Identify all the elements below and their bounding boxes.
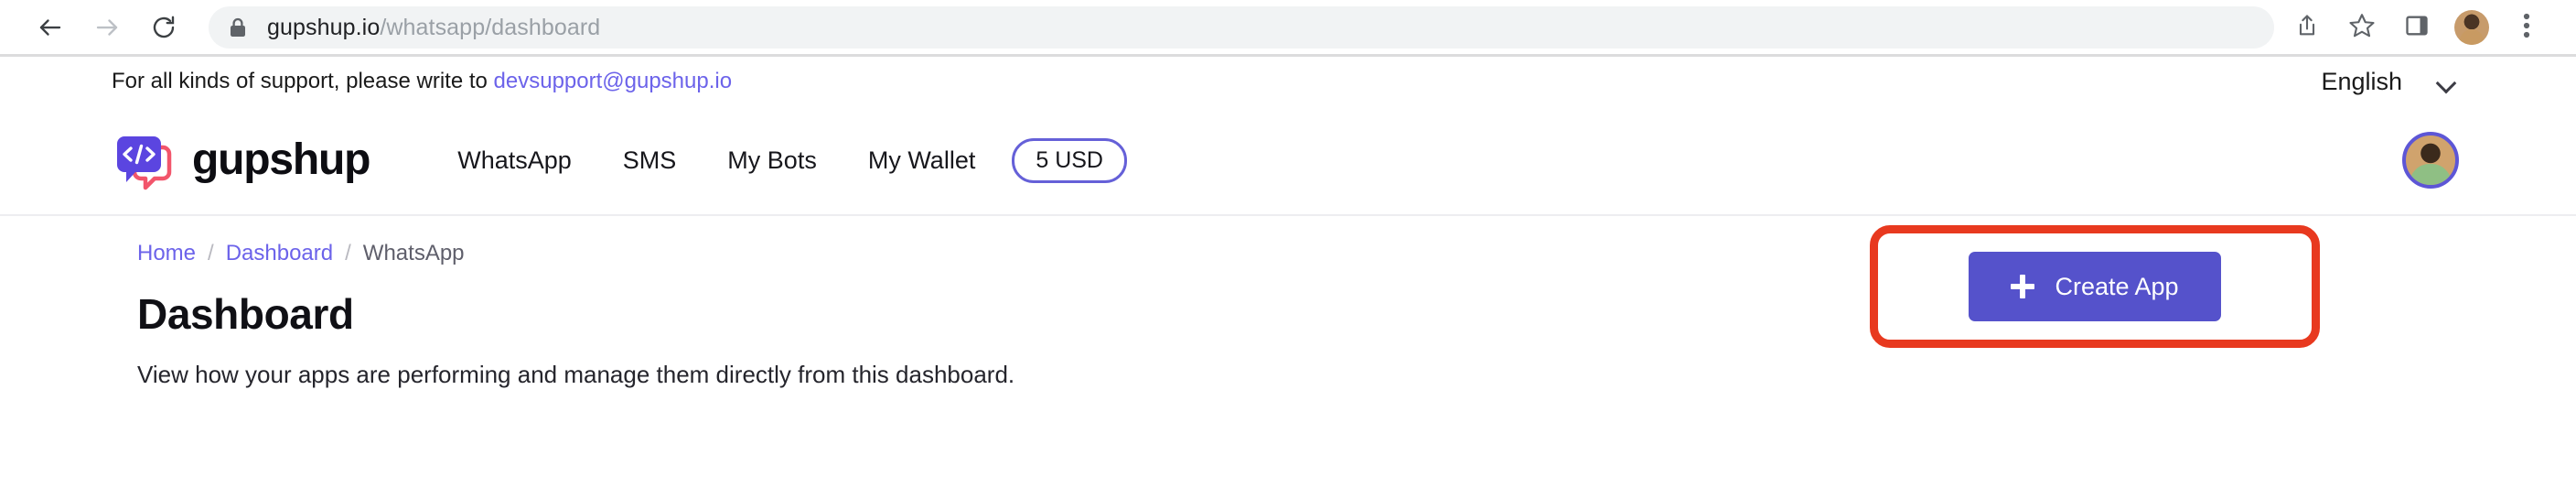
breadcrumb-item-home[interactable]: Home <box>137 241 196 266</box>
nav-item-sms[interactable]: SMS <box>597 146 703 175</box>
create-app-highlight: Create App <box>1870 225 2320 348</box>
reload-button[interactable] <box>135 0 192 56</box>
breadcrumb-separator: / <box>208 241 214 265</box>
reload-icon <box>150 14 177 41</box>
support-message: For all kinds of support, please write t… <box>112 69 732 94</box>
create-app-button[interactable]: Create App <box>1969 252 2221 321</box>
nav-item-my-wallet[interactable]: My Wallet <box>843 146 1002 175</box>
lock-icon <box>229 16 247 38</box>
nav-item-whatsapp[interactable]: WhatsApp <box>432 146 597 175</box>
side-panel-icon <box>2404 13 2430 43</box>
back-arrow-icon <box>37 14 64 41</box>
breadcrumb-separator: / <box>345 241 351 265</box>
browser-menu-button[interactable] <box>2499 0 2554 55</box>
browser-actions <box>2280 0 2554 55</box>
url-path: /whatsapp/dashboard <box>380 14 601 40</box>
code-chat-bubble-icon <box>112 127 177 193</box>
share-icon <box>2294 13 2320 43</box>
breadcrumb-item-dashboard[interactable]: Dashboard <box>226 241 333 266</box>
bookmark-button[interactable] <box>2334 0 2389 55</box>
support-bar: For all kinds of support, please write t… <box>0 57 2576 106</box>
url-domain: gupshup.io <box>267 14 381 40</box>
chevron-down-icon <box>2437 76 2457 87</box>
star-bookmark-icon <box>2348 12 2376 44</box>
page-subtitle: View how your apps are performing and ma… <box>137 361 1015 388</box>
logo-wordmark: gupshup <box>192 135 370 184</box>
forward-button[interactable] <box>79 0 135 56</box>
url-text: gupshup.io/whatsapp/dashboard <box>267 15 600 41</box>
main-navigation: WhatsApp SMS My Bots My Wallet 5 USD <box>432 137 1127 183</box>
forward-arrow-icon <box>93 14 121 41</box>
language-selector[interactable]: English <box>2321 68 2457 96</box>
dashboard-content: Home / Dashboard / WhatsApp Dashboard Vi… <box>0 216 2576 389</box>
site-header: gupshup WhatsApp SMS My Bots My Wallet 5… <box>0 106 2576 216</box>
support-message-text: For all kinds of support, please write t… <box>112 69 494 93</box>
browser-profile-avatar <box>2454 10 2489 45</box>
browser-profile-button[interactable] <box>2444 0 2499 55</box>
language-label: English <box>2321 67 2402 95</box>
browser-toolbar: gupshup.io/whatsapp/dashboard <box>0 0 2576 55</box>
three-dot-menu-icon <box>2523 12 2530 44</box>
breadcrumb-item-whatsapp: WhatsApp <box>362 241 465 265</box>
side-panel-button[interactable] <box>2389 0 2444 55</box>
plus-icon <box>2011 275 2035 298</box>
user-avatar[interactable] <box>2402 132 2459 189</box>
gupshup-logo[interactable]: gupshup <box>112 127 370 193</box>
back-button[interactable] <box>22 0 79 56</box>
address-bar[interactable]: gupshup.io/whatsapp/dashboard <box>209 6 2274 49</box>
page-content: For all kinds of support, please write t… <box>0 57 2576 498</box>
wallet-balance-badge[interactable]: 5 USD <box>1012 137 1127 183</box>
nav-item-my-bots[interactable]: My Bots <box>702 146 843 175</box>
share-button[interactable] <box>2280 0 2334 55</box>
support-email-link[interactable]: devsupport@gupshup.io <box>494 69 733 93</box>
create-app-label: Create App <box>2055 272 2179 300</box>
